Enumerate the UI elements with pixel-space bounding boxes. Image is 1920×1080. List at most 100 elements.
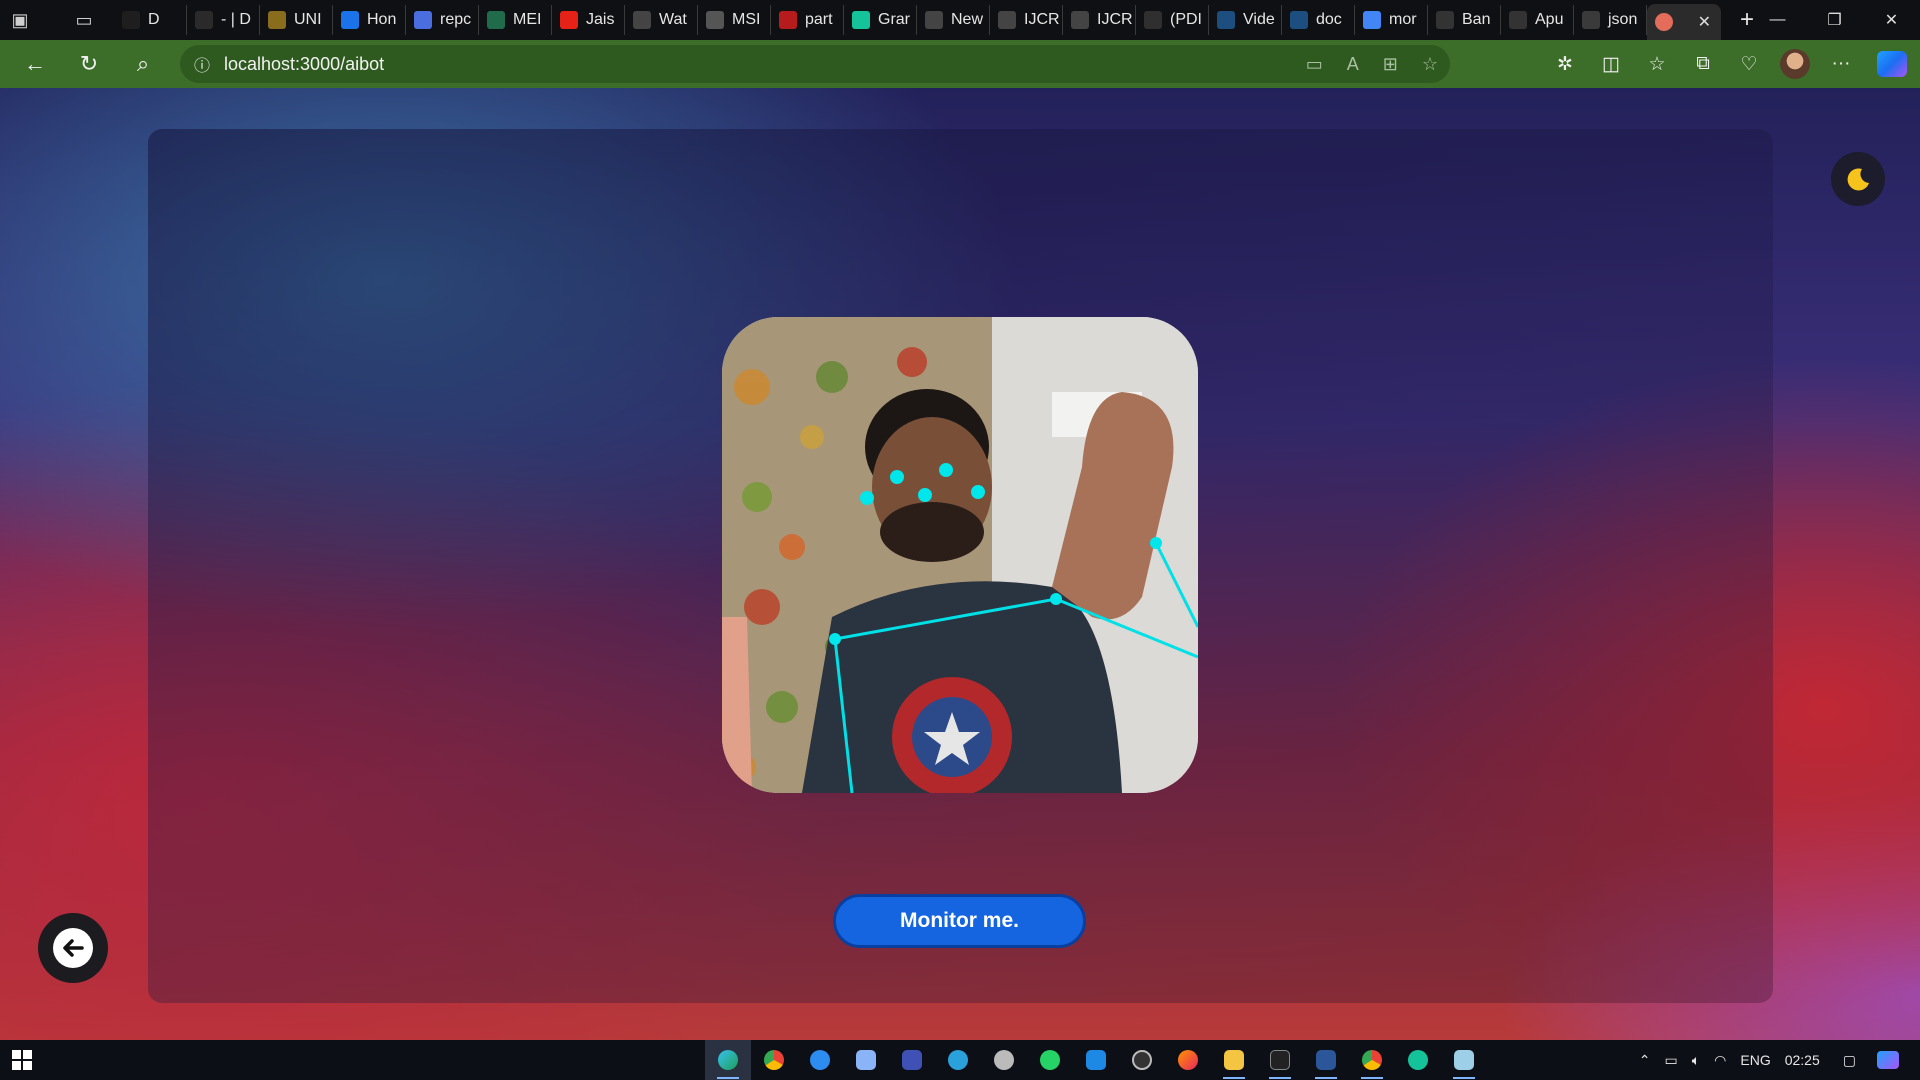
tab-title: IJCR (1024, 11, 1060, 28)
address-bar[interactable]: ⓘ localhost:3000/aibot ▭ A ⊞ ☆ (180, 45, 1450, 83)
browser-tab[interactable]: - | D (187, 5, 260, 35)
whatsapp-taskbar-icon[interactable] (1027, 1040, 1073, 1080)
chevron-up-icon[interactable]: ⌃ (1639, 1052, 1651, 1069)
app-available-icon[interactable]: ⊞ (1383, 54, 1398, 75)
firefox-taskbar-icon[interactable] (1165, 1040, 1211, 1080)
edge-taskbar-icon[interactable] (705, 1040, 751, 1080)
browser-tab[interactable]: repc (406, 5, 479, 35)
tab-title: New (951, 11, 984, 28)
browser-tab[interactable]: D (114, 5, 187, 35)
vscode-taskbar-icon[interactable] (1073, 1040, 1119, 1080)
extensions-icon[interactable]: ✲ (1542, 40, 1588, 88)
dell-taskbar-icon[interactable] (1119, 1040, 1165, 1080)
copilot-icon[interactable] (1864, 40, 1920, 88)
active-browser-tab[interactable]: ✕ (1647, 4, 1721, 40)
right-eye-keypoint (939, 463, 953, 477)
telegram-taskbar-icon[interactable] (935, 1040, 981, 1080)
browser-tab[interactable]: (PDI (1136, 5, 1209, 35)
clock[interactable]: 02:25 (1785, 1052, 1820, 1068)
profile-avatar[interactable] (1772, 40, 1818, 88)
browser-tab[interactable]: Wat (625, 5, 698, 35)
restore-button[interactable]: ❐ (1806, 0, 1863, 40)
more-menu-icon[interactable]: ··· (1818, 40, 1864, 88)
grammarly-icon (852, 11, 870, 29)
windows-start-button[interactable] (0, 1040, 44, 1080)
browser-tab[interactable]: MSI (698, 5, 771, 35)
copilot-taskbar-icon[interactable] (843, 1040, 889, 1080)
back-navigation-button[interactable] (38, 913, 108, 983)
split-screen-icon[interactable]: ◫ (1588, 40, 1634, 88)
safari-like-taskbar-icon[interactable] (797, 1040, 843, 1080)
researchgate-icon (1144, 11, 1162, 29)
terminal-taskbar-icon[interactable] (1257, 1040, 1303, 1080)
left-shoulder-keypoint (829, 633, 841, 645)
pdf-icon (779, 11, 797, 29)
volume-icon[interactable]: 🔈︎ (1692, 1052, 1700, 1069)
close-window-button[interactable]: ✕ (1863, 0, 1920, 40)
browser-tab[interactable]: part (771, 5, 844, 35)
browser-tab[interactable]: MEI (479, 5, 552, 35)
copilot-tray-icon[interactable] (1870, 1051, 1906, 1070)
browser-tab[interactable]: IJCR (1063, 5, 1136, 35)
close-tab-icon[interactable]: ✕ (1698, 12, 1711, 32)
favorites-icon[interactable]: ☆ (1634, 40, 1680, 88)
refresh-button[interactable]: ↻ (62, 40, 116, 88)
tab-title: Jais (586, 11, 615, 28)
notes-taskbar-icon[interactable] (1441, 1040, 1487, 1080)
doc-icon (1290, 11, 1308, 29)
browser-tab[interactable]: json (1574, 5, 1647, 35)
settings-gear-taskbar-icon[interactable] (981, 1040, 1027, 1080)
url-text[interactable]: localhost:3000/aibot (224, 54, 384, 75)
system-tray: ⌃ ▭ 🔈︎ ◠ ENG 02:25 ▢ (1632, 1040, 1920, 1080)
favorite-star-icon[interactable]: ☆ (1422, 54, 1438, 75)
browser-tab[interactable]: IJCR (990, 5, 1063, 35)
browser-tab[interactable]: New (917, 5, 990, 35)
recording-icon (1655, 13, 1673, 31)
browser-tab[interactable]: Ban (1428, 5, 1501, 35)
calendar-taskbar-icon[interactable] (889, 1040, 935, 1080)
grammarly-taskbar-icon[interactable] (1395, 1040, 1441, 1080)
search-icon[interactable]: ⌕ (116, 40, 170, 88)
browser-tab[interactable]: Vide (1209, 5, 1282, 35)
tab-title: Hon (367, 11, 397, 28)
tab-title: Vide (1243, 11, 1275, 28)
json-icon (1582, 11, 1600, 29)
tab-title: doc (1316, 11, 1342, 28)
tab-title: Grar (878, 11, 910, 28)
minimize-button[interactable]: — (1749, 0, 1806, 40)
browser-tab[interactable]: UNI (260, 5, 333, 35)
camera-icon[interactable]: ▭ (1306, 54, 1323, 75)
tab-title: UNI (294, 11, 322, 28)
back-button[interactable]: ← (8, 40, 62, 88)
arrow-left-icon (53, 928, 93, 968)
browser-tab[interactable]: mor (1355, 5, 1428, 35)
browser-essentials-icon[interactable]: ♡ (1726, 40, 1772, 88)
read-aloud-icon[interactable]: A (1347, 54, 1359, 75)
windows-taskbar: ⌃ ▭ 🔈︎ ◠ ENG 02:25 ▢ (0, 1040, 1920, 1080)
monitor-me-button[interactable]: Monitor me. (833, 894, 1086, 948)
wrist-keypoint (1150, 537, 1162, 549)
github-icon (1436, 11, 1454, 29)
right-shoulder-keypoint (1050, 593, 1062, 605)
tab-actions-icon[interactable]: ▭ (64, 0, 104, 40)
collections-icon[interactable]: ⧉ (1680, 40, 1726, 88)
windows-logo-icon (12, 1050, 32, 1070)
site-info-icon[interactable]: ⓘ (180, 52, 224, 76)
wifi-icon[interactable]: ◠ (1714, 1052, 1726, 1069)
dark-mode-toggle[interactable] (1831, 152, 1885, 206)
battery-icon[interactable]: ▭ (1665, 1052, 1678, 1069)
workspaces-icon[interactable]: ▣ (0, 0, 40, 40)
chrome-2-taskbar-icon[interactable] (1349, 1040, 1395, 1080)
browser-tab[interactable]: doc (1282, 5, 1355, 35)
chrome-taskbar-icon[interactable] (751, 1040, 797, 1080)
word-taskbar-icon[interactable] (1303, 1040, 1349, 1080)
notification-icon[interactable]: ▢ (1843, 1052, 1856, 1069)
browser-tab[interactable]: Apu (1501, 5, 1574, 35)
tab-title: json (1608, 11, 1638, 28)
google-icon (1363, 11, 1381, 29)
browser-tab[interactable]: Grar (844, 5, 917, 35)
language-indicator[interactable]: ENG (1740, 1052, 1770, 1068)
browser-tab[interactable]: Jais (552, 5, 625, 35)
file-explorer-taskbar-icon[interactable] (1211, 1040, 1257, 1080)
browser-tab[interactable]: Hon (333, 5, 406, 35)
